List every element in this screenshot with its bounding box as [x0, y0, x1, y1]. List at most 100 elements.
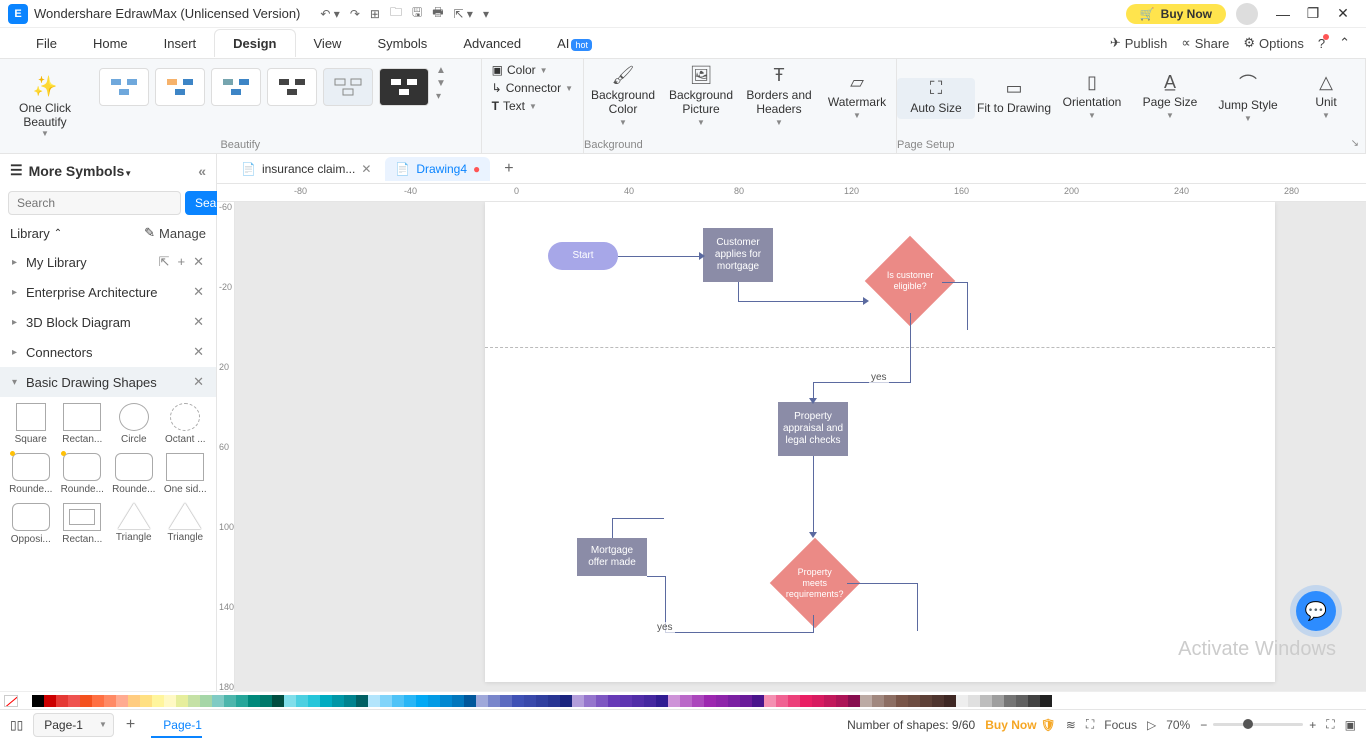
- color-swatch[interactable]: [32, 695, 44, 707]
- color-swatch[interactable]: [728, 695, 740, 707]
- color-swatch[interactable]: [476, 695, 488, 707]
- unit-button[interactable]: △Unit▼: [1287, 72, 1365, 124]
- collapse-ribbon-button[interactable]: ⌃: [1339, 35, 1350, 51]
- color-swatch[interactable]: [896, 695, 908, 707]
- menu-advanced[interactable]: Advanced: [445, 30, 539, 57]
- maximize-button[interactable]: ❐: [1298, 5, 1328, 22]
- menu-symbols[interactable]: Symbols: [359, 30, 445, 57]
- one-click-beautify-button[interactable]: ✨ One Click Beautify ▼: [0, 59, 90, 153]
- connector[interactable]: [665, 632, 813, 633]
- fullscreen-icon[interactable]: ⛶: [1086, 717, 1094, 732]
- shape-item[interactable]: Rectan...: [58, 501, 108, 547]
- add-icon[interactable]: +: [178, 254, 186, 270]
- theme-thumb[interactable]: [267, 68, 317, 106]
- color-swatch[interactable]: [980, 695, 992, 707]
- color-swatch[interactable]: [392, 695, 404, 707]
- document-tab[interactable]: 📄 Drawing4 ●: [385, 157, 490, 181]
- color-swatch[interactable]: [836, 695, 848, 707]
- theme-expand[interactable]: ▾: [436, 91, 454, 102]
- color-swatch[interactable]: [1004, 695, 1016, 707]
- help-button[interactable]: ?: [1318, 36, 1325, 51]
- color-swatch[interactable]: [260, 695, 272, 707]
- borders-headers-button[interactable]: ŦBorders and Headers▼: [740, 65, 818, 131]
- collapse-panel-button[interactable]: «: [198, 163, 206, 179]
- color-swatch[interactable]: [272, 695, 284, 707]
- close-icon[interactable]: ✕: [193, 284, 204, 300]
- color-swatch[interactable]: [596, 695, 608, 707]
- library-category[interactable]: ▸Connectors✕: [0, 337, 216, 367]
- connector-button[interactable]: ↳Connector▼: [492, 81, 573, 95]
- connector[interactable]: [967, 282, 968, 330]
- connector[interactable]: [847, 583, 917, 584]
- color-swatch[interactable]: [344, 695, 356, 707]
- close-icon[interactable]: ✕: [193, 374, 204, 390]
- jump-style-button[interactable]: ⌒Jump Style▼: [1209, 70, 1287, 127]
- library-category[interactable]: ▾Basic Drawing Shapes✕: [0, 367, 216, 397]
- theme-thumb[interactable]: [379, 68, 429, 106]
- text-button[interactable]: TText▼: [492, 99, 573, 113]
- color-swatch[interactable]: [188, 695, 200, 707]
- page-indicator[interactable]: Page-1: [151, 718, 202, 738]
- color-swatch[interactable]: [128, 695, 140, 707]
- watermark-button[interactable]: ▱Watermark▼: [818, 72, 896, 124]
- color-swatch[interactable]: [296, 695, 308, 707]
- shape-item[interactable]: Circle: [109, 401, 159, 447]
- options-button[interactable]: ⚙Options: [1243, 35, 1303, 51]
- connector[interactable]: [942, 282, 967, 283]
- color-swatch[interactable]: [800, 695, 812, 707]
- color-swatch[interactable]: [920, 695, 932, 707]
- color-swatch[interactable]: [92, 695, 104, 707]
- connector[interactable]: [738, 282, 739, 302]
- color-swatch[interactable]: [524, 695, 536, 707]
- color-swatch[interactable]: [716, 695, 728, 707]
- color-swatch[interactable]: [332, 695, 344, 707]
- color-swatch[interactable]: [152, 695, 164, 707]
- fit-page-icon[interactable]: ⛶: [1326, 717, 1334, 732]
- shape-item[interactable]: Octant ...: [161, 401, 211, 447]
- shape-item[interactable]: One sid...: [161, 451, 211, 497]
- more-qat-icon[interactable]: ▾: [483, 7, 489, 21]
- page-setup-expand[interactable]: ↘: [1351, 138, 1359, 149]
- color-swatch[interactable]: [908, 695, 920, 707]
- color-swatch[interactable]: [692, 695, 704, 707]
- color-swatch[interactable]: [548, 695, 560, 707]
- minimize-button[interactable]: ―: [1268, 6, 1298, 22]
- connector[interactable]: [738, 301, 867, 302]
- color-swatch[interactable]: [500, 695, 512, 707]
- color-swatch[interactable]: [428, 695, 440, 707]
- connector[interactable]: [612, 518, 664, 519]
- color-swatch[interactable]: [1040, 695, 1052, 707]
- menu-design[interactable]: Design: [214, 29, 295, 57]
- shape-item[interactable]: Triangle: [109, 501, 159, 547]
- color-swatch[interactable]: [788, 695, 800, 707]
- color-swatch[interactable]: [752, 695, 764, 707]
- connector[interactable]: [618, 256, 703, 257]
- menu-ai[interactable]: AIhot: [539, 30, 610, 57]
- close-tab-icon[interactable]: ✕: [361, 162, 371, 176]
- shape-item[interactable]: Rounde...: [58, 451, 108, 497]
- color-swatch[interactable]: [44, 695, 56, 707]
- presentation-icon[interactable]: ▷: [1147, 718, 1156, 732]
- theme-thumb[interactable]: [155, 68, 205, 106]
- theme-thumb[interactable]: [99, 68, 149, 106]
- color-swatch[interactable]: [140, 695, 152, 707]
- menu-insert[interactable]: Insert: [146, 30, 215, 57]
- color-swatch[interactable]: [872, 695, 884, 707]
- menu-file[interactable]: File: [18, 30, 75, 57]
- close-icon[interactable]: ✕: [193, 314, 204, 330]
- color-swatch[interactable]: [68, 695, 80, 707]
- theme-scroll-down[interactable]: ▼: [436, 78, 454, 89]
- color-swatch[interactable]: [644, 695, 656, 707]
- color-swatch[interactable]: [944, 695, 956, 707]
- focus-button[interactable]: Focus: [1104, 718, 1137, 732]
- color-swatch[interactable]: [860, 695, 872, 707]
- color-button[interactable]: ▣Color▼: [492, 63, 573, 77]
- color-swatch[interactable]: [284, 695, 296, 707]
- flow-node-apply[interactable]: Customer applies for mortgage: [703, 228, 773, 282]
- shape-item[interactable]: Rounde...: [6, 451, 56, 497]
- color-swatch[interactable]: [632, 695, 644, 707]
- color-swatch[interactable]: [584, 695, 596, 707]
- color-swatch[interactable]: [776, 695, 788, 707]
- more-symbols-button[interactable]: More Symbols▼: [29, 163, 133, 179]
- color-swatch[interactable]: [368, 695, 380, 707]
